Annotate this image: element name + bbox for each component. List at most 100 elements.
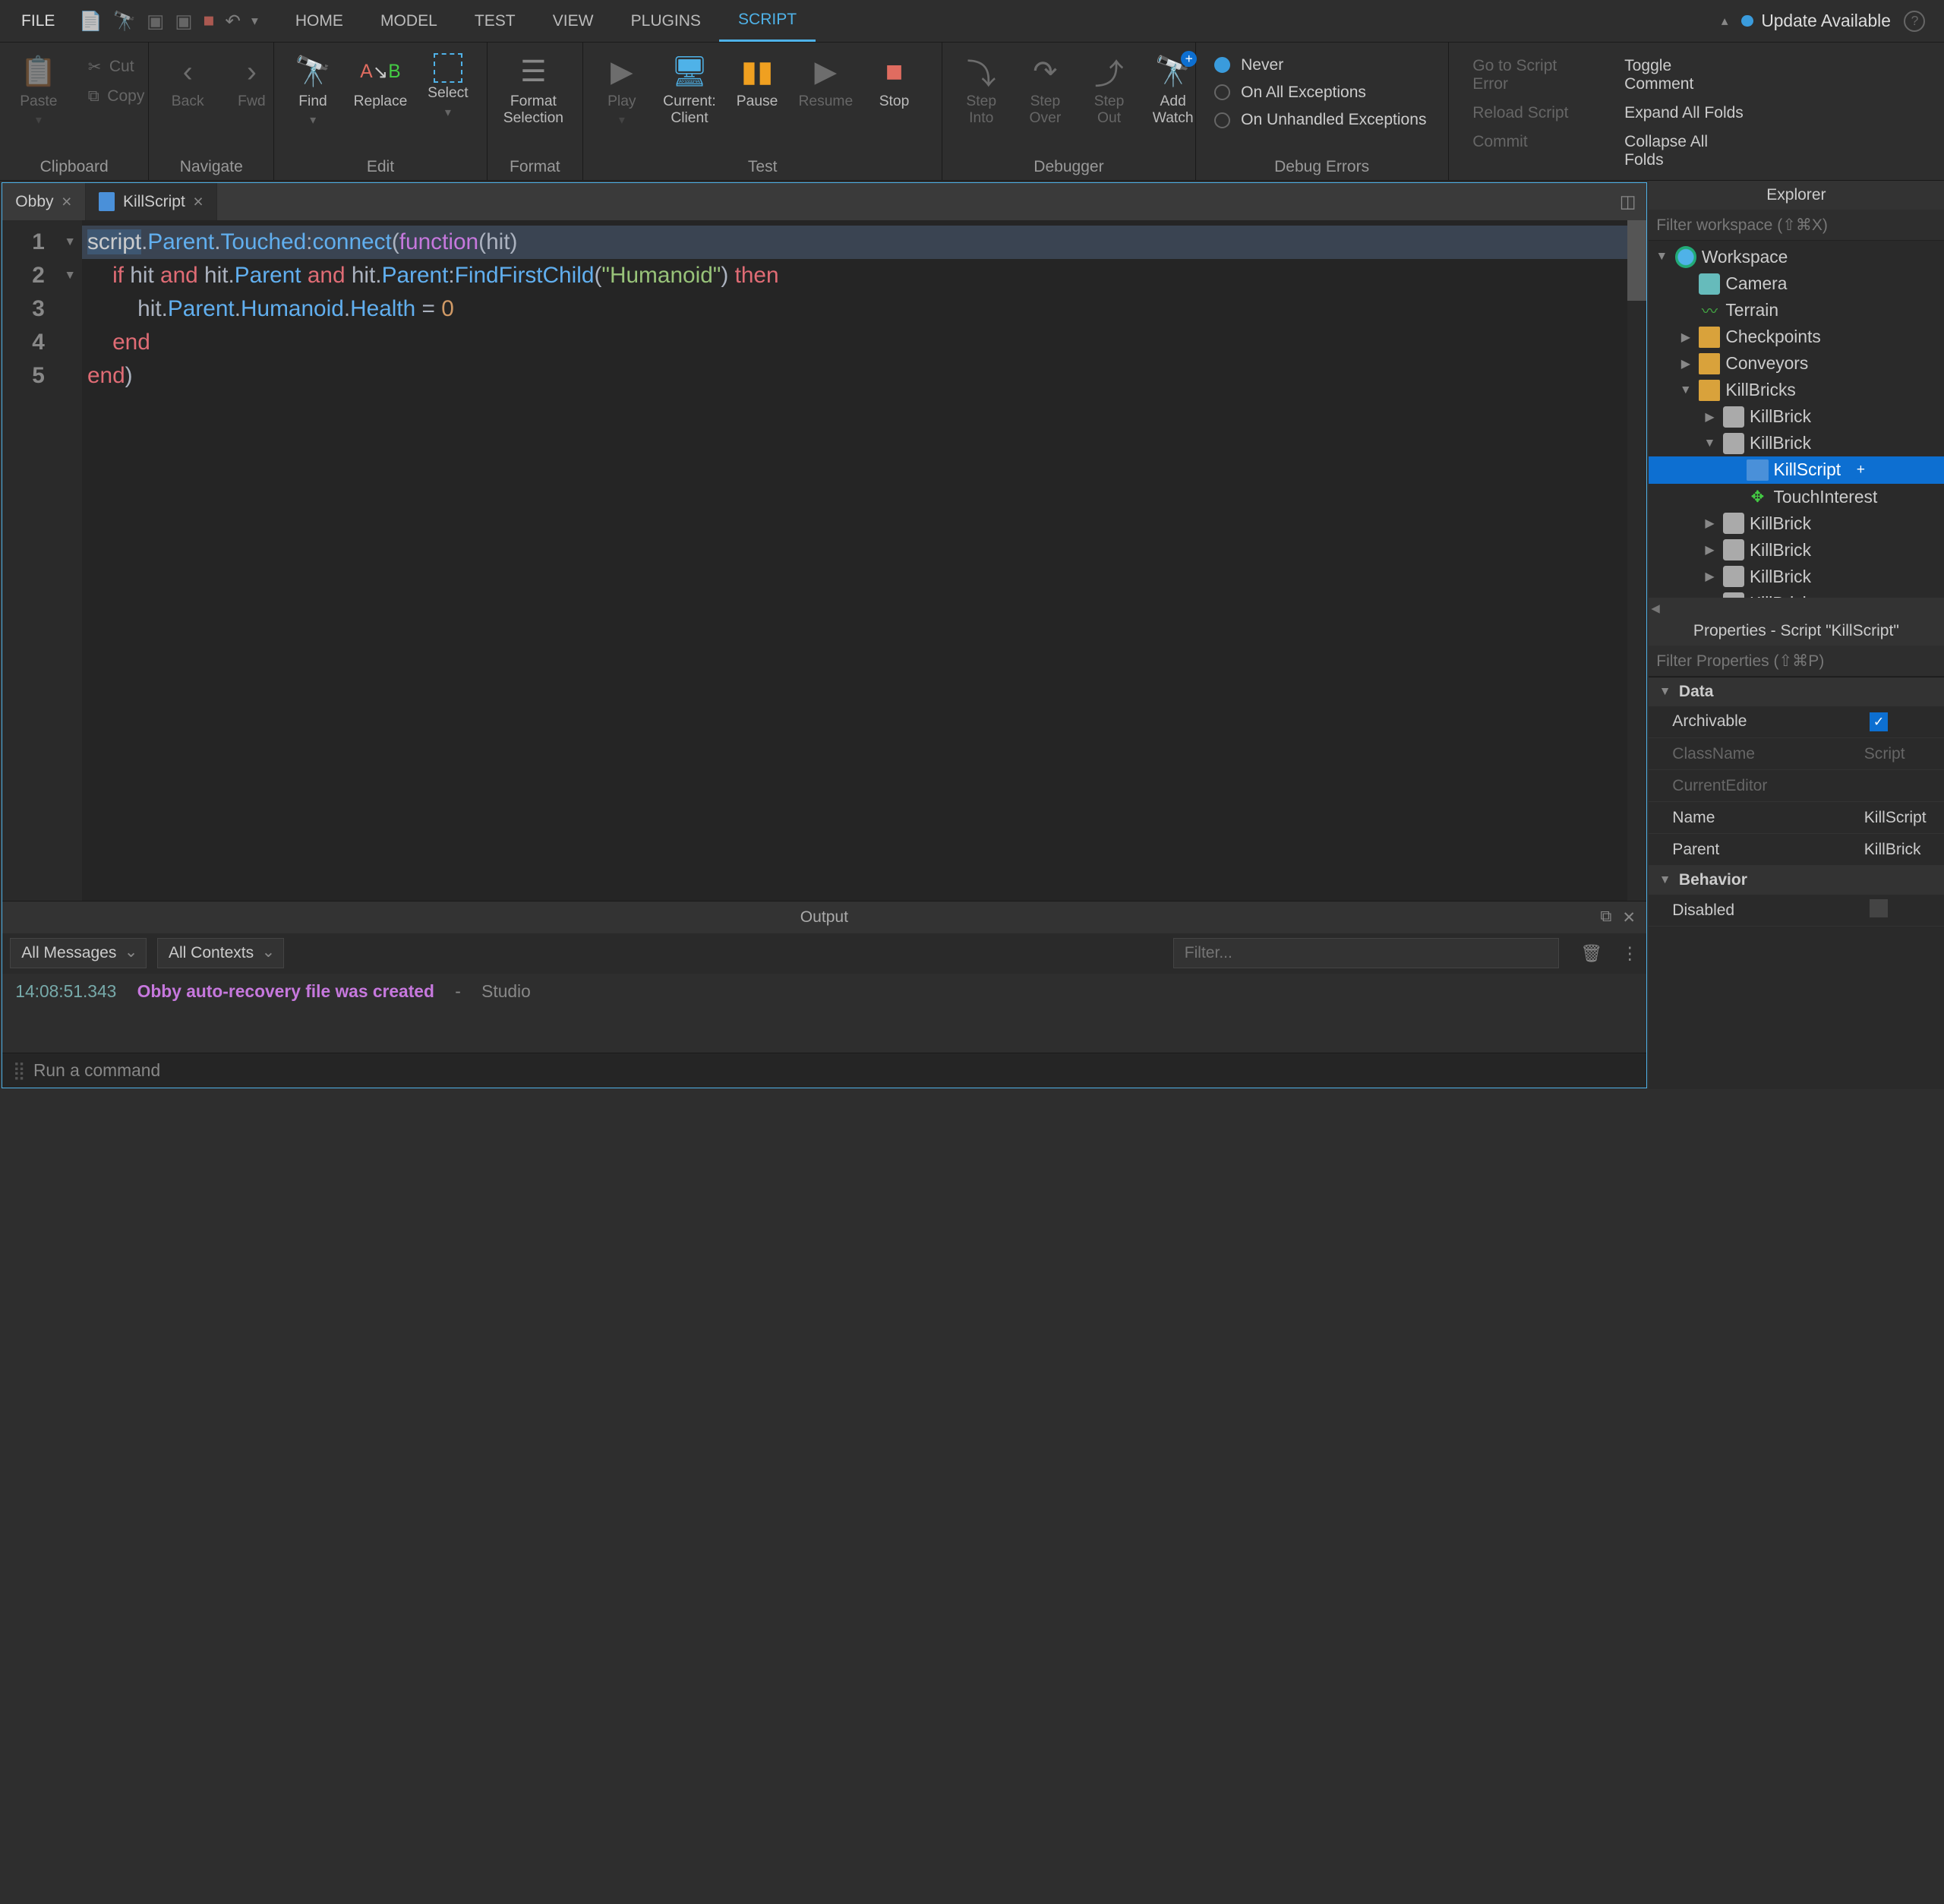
expand-arrow-icon[interactable]: ▶ bbox=[1677, 330, 1693, 345]
prop-value[interactable]: KillScript bbox=[1859, 809, 1944, 827]
play-button[interactable]: ▶Play▾ bbox=[591, 51, 652, 131]
ribbon-tab-test[interactable]: TEST bbox=[456, 0, 534, 42]
doc-tab-obby[interactable]: Obby× bbox=[2, 183, 86, 220]
doc-tab-killscript[interactable]: KillScript× bbox=[86, 183, 217, 220]
prop-group-data[interactable]: ▼Data bbox=[1649, 677, 1944, 706]
prop-value[interactable]: Script bbox=[1859, 745, 1944, 763]
update-available[interactable]: Update Available bbox=[1741, 11, 1891, 31]
collapse-folds[interactable]: Collapse All Folds bbox=[1617, 129, 1753, 174]
ribbon-tab-view[interactable]: VIEW bbox=[534, 0, 612, 42]
reload-script[interactable]: Reload Script bbox=[1465, 100, 1598, 127]
select-button[interactable]: Select▾ bbox=[418, 51, 479, 123]
code-source[interactable]: script.Parent.Touched:connect(function(h… bbox=[82, 220, 1646, 901]
tree-item-touchinterest[interactable]: ✥TouchInterest bbox=[1649, 484, 1944, 510]
prop-group-behavior[interactable]: ▼Behavior bbox=[1649, 866, 1944, 895]
add-watch-button[interactable]: 🔭+Add Watch bbox=[1142, 51, 1204, 130]
tree-item-killbrick[interactable]: ▶KillBrick bbox=[1649, 537, 1944, 564]
code-line[interactable]: end bbox=[82, 326, 1646, 359]
goto-script-error[interactable]: Go to Script Error bbox=[1465, 53, 1598, 98]
expand-arrow-icon[interactable]: ▶ bbox=[1702, 569, 1718, 584]
find-button[interactable]: 🔭Find▾ bbox=[282, 51, 344, 131]
expand-arrow-icon[interactable]: ▼ bbox=[1654, 250, 1670, 264]
prop-value[interactable] bbox=[1859, 899, 1944, 923]
collapse-ribbon-icon[interactable]: ▴ bbox=[1722, 13, 1728, 29]
expand-arrow-icon[interactable]: ▶ bbox=[1702, 409, 1718, 425]
toggle-comment[interactable]: Toggle Comment bbox=[1617, 53, 1753, 98]
expand-folds[interactable]: Expand All Folds bbox=[1617, 100, 1753, 127]
prop-archivable[interactable]: Archivable✓ bbox=[1649, 706, 1944, 738]
plugin-icon-2[interactable]: ▣ bbox=[175, 10, 192, 33]
tree-item-killbrick[interactable]: ▶KillBrick bbox=[1649, 564, 1944, 590]
messages-filter-dropdown[interactable]: All Messages bbox=[10, 938, 147, 968]
copy-button[interactable]: ⧉Copy bbox=[80, 84, 153, 110]
forward-button[interactable]: ›Fwd bbox=[221, 51, 282, 113]
prop-disabled[interactable]: Disabled bbox=[1649, 895, 1944, 927]
tree-item-killbrick[interactable]: ▶KillBrick bbox=[1649, 510, 1944, 537]
properties-search[interactable]: Filter Properties (⇧⌘P) bbox=[1649, 646, 1944, 677]
more-icon[interactable]: ⋮ bbox=[1621, 943, 1639, 964]
step-over-button[interactable]: ↷Step Over bbox=[1015, 51, 1076, 130]
vertical-scrollbar[interactable] bbox=[1627, 220, 1646, 901]
code-line[interactable]: end) bbox=[82, 359, 1646, 393]
add-child-icon[interactable]: + bbox=[1851, 461, 1870, 480]
undo-icon[interactable]: ↶ bbox=[225, 10, 241, 33]
prop-classname[interactable]: ClassNameScript bbox=[1649, 738, 1944, 770]
stop-button[interactable]: ■Stop bbox=[863, 51, 925, 113]
expand-arrow-icon[interactable]: ▼ bbox=[1702, 437, 1718, 450]
code-line[interactable]: if hit and hit.Parent and hit.Parent:Fin… bbox=[82, 259, 1646, 292]
expand-arrow-icon[interactable]: ▶ bbox=[1702, 516, 1718, 531]
fold-marker[interactable] bbox=[58, 359, 82, 393]
new-icon[interactable]: 📄 bbox=[79, 10, 103, 33]
prop-parent[interactable]: ParentKillBrick bbox=[1649, 834, 1944, 866]
ribbon-tab-home[interactable]: HOME bbox=[276, 0, 361, 42]
contexts-filter-dropdown[interactable]: All Contexts bbox=[157, 938, 284, 968]
plugin-icon[interactable]: ▣ bbox=[147, 10, 164, 33]
prop-value[interactable]: ✓ bbox=[1859, 712, 1944, 731]
binoculars-icon[interactable]: 🔭 bbox=[113, 10, 137, 33]
step-into-button[interactable]: ⤵Step Into bbox=[951, 51, 1012, 130]
tree-item-killscript[interactable]: KillScript+ bbox=[1649, 456, 1944, 483]
checkbox-off-icon[interactable] bbox=[1870, 899, 1889, 918]
debug-never-radio[interactable]: Never bbox=[1207, 53, 1437, 77]
tree-item-camera[interactable]: Camera bbox=[1649, 270, 1944, 297]
file-menu[interactable]: FILE bbox=[5, 0, 71, 42]
code-line[interactable]: hit.Parent.Humanoid.Health = 0 bbox=[82, 292, 1646, 326]
close-icon[interactable]: × bbox=[193, 191, 203, 212]
command-bar[interactable]: ⣿Run a command bbox=[2, 1053, 1646, 1088]
expand-arrow-icon[interactable]: ▶ bbox=[1677, 356, 1693, 371]
output-filter-input[interactable] bbox=[1173, 938, 1559, 968]
help-icon[interactable]: ? bbox=[1904, 11, 1925, 32]
current-client-button[interactable]: 🖥Current: Client bbox=[655, 51, 724, 130]
fold-marker[interactable] bbox=[58, 326, 82, 359]
qat-dropdown-icon[interactable]: ▾ bbox=[251, 13, 258, 29]
tree-item-killbrick[interactable]: ▼KillBrick bbox=[1649, 430, 1944, 456]
fold-marker[interactable]: ▼ bbox=[58, 259, 82, 292]
format-selection-button[interactable]: ☰Format Selection bbox=[495, 51, 571, 130]
prop-value[interactable]: KillBrick bbox=[1859, 841, 1944, 859]
ribbon-tab-model[interactable]: MODEL bbox=[361, 0, 456, 42]
checkbox-on-icon[interactable]: ✓ bbox=[1870, 712, 1889, 731]
debug-all-radio[interactable]: On All Exceptions bbox=[1207, 81, 1437, 104]
tree-item-conveyors[interactable]: ▶Conveyors bbox=[1649, 350, 1944, 377]
fold-marker[interactable] bbox=[58, 292, 82, 326]
code-editor[interactable]: 12345 ▼▼ script.Parent.Touched:connect(f… bbox=[2, 220, 1646, 901]
expand-arrow-icon[interactable]: ▶ bbox=[1702, 542, 1718, 557]
back-button[interactable]: ‹Back bbox=[157, 51, 219, 113]
ribbon-tab-plugins[interactable]: PLUGINS bbox=[612, 0, 719, 42]
horizontal-scrollbar[interactable]: ◂ bbox=[1649, 598, 1944, 617]
close-icon[interactable]: × bbox=[62, 191, 71, 212]
pause-button[interactable]: ▮▮Pause bbox=[727, 51, 788, 113]
prop-name[interactable]: NameKillScript bbox=[1649, 802, 1944, 834]
fold-gutter[interactable]: ▼▼ bbox=[58, 220, 82, 901]
tree-item-killbrick[interactable]: ▶KillBrick bbox=[1649, 590, 1944, 598]
expand-arrow-icon[interactable]: ▼ bbox=[1677, 384, 1693, 397]
prop-currenteditor[interactable]: CurrentEditor bbox=[1649, 770, 1944, 802]
stop-icon[interactable]: ■ bbox=[204, 11, 215, 32]
tree-item-terrain[interactable]: 〰Terrain bbox=[1649, 297, 1944, 324]
resume-button[interactable]: ▶Resume bbox=[791, 51, 861, 113]
explorer-search[interactable]: Filter workspace (⇧⌘X) bbox=[1649, 210, 1944, 241]
tree-item-checkpoints[interactable]: ▶Checkpoints bbox=[1649, 324, 1944, 350]
paste-button[interactable]: 📋Paste▾ bbox=[8, 51, 70, 131]
scrollbar-thumb[interactable] bbox=[1627, 220, 1646, 300]
code-line[interactable]: script.Parent.Touched:connect(function(h… bbox=[82, 226, 1646, 259]
